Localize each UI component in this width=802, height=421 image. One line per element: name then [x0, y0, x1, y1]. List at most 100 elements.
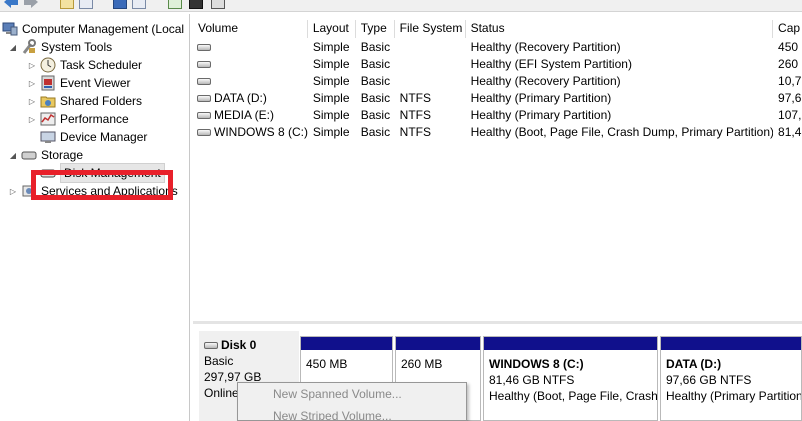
column-header-status[interactable]: Status: [465, 20, 774, 38]
tree-item-storage[interactable]: ◢ Storage: [8, 146, 83, 164]
cell-file-system: [395, 39, 466, 56]
volume-drive-icon: [197, 44, 211, 51]
help-icon[interactable]: [113, 0, 127, 9]
cell-volume: [193, 56, 308, 73]
partition-bar: [484, 337, 657, 350]
tree-item-label: Performance: [60, 112, 129, 126]
cell-status: Healthy (Recovery Partition): [470, 40, 621, 54]
column-header-volume[interactable]: Volume: [193, 20, 308, 38]
partition-size: 97,66 GB NTFS: [666, 373, 752, 387]
cell-status: Healthy (Primary Partition): [470, 108, 612, 122]
cell-file-system: [395, 73, 466, 90]
partition-title: DATA (D:): [666, 357, 722, 371]
collapse-arrow-icon[interactable]: ◢: [8, 38, 18, 56]
cell-status: Healthy (Recovery Partition): [470, 74, 621, 88]
table-row[interactable]: Simple Basic Healthy (Recovery Partition) 4…: [193, 39, 802, 56]
disk-name: Disk 0: [221, 338, 257, 352]
cell-volume: DATA (D:): [193, 90, 308, 107]
volume-list: Volume Layout Type File System Status Ca…: [193, 14, 802, 321]
device-manager-icon: [40, 129, 56, 145]
tree-item-label: Device Manager: [60, 130, 148, 144]
partition-windows-c[interactable]: WINDOWS 8 (C:) 81,46 GB NTFS Healthy (Bo…: [483, 336, 658, 421]
column-header-type[interactable]: Type: [355, 20, 395, 38]
volume-name: MEDIA (E:): [214, 108, 275, 122]
shared-folder-icon: [40, 93, 56, 109]
highlight-annotation: [31, 170, 173, 200]
folder-up-icon[interactable]: [60, 0, 74, 9]
expand-arrow-icon[interactable]: ▷: [27, 92, 37, 110]
partition-status: Healthy (Boot, Page File, Crash: [489, 389, 657, 403]
properties-icon[interactable]: [189, 0, 203, 9]
tree-item-label: Storage: [41, 148, 84, 162]
column-header-layout[interactable]: Layout: [307, 20, 356, 38]
cell-volume: [193, 73, 308, 90]
volume-drive-icon: [197, 78, 211, 85]
expand-arrow-icon[interactable]: ▷: [27, 56, 37, 74]
cell-type: Basic: [360, 108, 391, 122]
back-arrow-icon[interactable]: [3, 0, 19, 10]
cell-layout: Simple: [312, 108, 350, 122]
tree-item-event-viewer[interactable]: ▷ Event Viewer: [27, 74, 130, 92]
partition-bar: [396, 337, 480, 350]
cell-capacity: 10,7: [778, 74, 802, 88]
tree-item-performance[interactable]: ▷ Performance: [27, 110, 129, 128]
tree-item-label: Task Scheduler: [60, 58, 143, 72]
cell-type: Basic: [360, 125, 391, 139]
partition-bar: [301, 337, 392, 350]
table-row[interactable]: MEDIA (E:) Simple Basic NTFS Healthy (Primar…: [193, 107, 802, 124]
expand-arrow-icon[interactable]: ▷: [8, 182, 18, 200]
storage-icon: [21, 147, 37, 163]
volume-rows: Simple Basic Healthy (Recovery Partition) 4…: [193, 39, 802, 141]
tree-item-device-manager[interactable]: Device Manager: [40, 128, 147, 146]
table-row[interactable]: WINDOWS 8 (C:) Simple Basic NTFS Healthy (Bo…: [193, 124, 802, 141]
cell-volume: WINDOWS 8 (C:): [193, 124, 308, 141]
disk-icon: [204, 341, 218, 349]
export-icon[interactable]: [168, 0, 182, 9]
clock-icon: [40, 57, 56, 73]
toolbar: [0, 0, 802, 12]
cell-capacity: 107,: [778, 108, 802, 122]
cell-volume: MEDIA (E:): [193, 107, 308, 124]
expand-arrow-icon[interactable]: ▷: [27, 74, 37, 92]
cell-file-system: [395, 56, 466, 73]
partition-size: 450 MB: [306, 357, 348, 371]
volume-drive-icon: [197, 112, 211, 119]
collapse-arrow-icon[interactable]: ◢: [8, 146, 18, 164]
cell-status: Healthy (Primary Partition): [470, 91, 612, 105]
cell-capacity: 450: [778, 40, 799, 54]
tree-item-computer-management[interactable]: Computer Management (Local: [2, 20, 184, 38]
cell-capacity: 81,4: [778, 125, 802, 139]
computer-management-icon: [2, 21, 18, 37]
context-menu: New Spanned Volume... New Striped Volume…: [237, 382, 467, 421]
table-row[interactable]: Simple Basic Healthy (EFI System Partition…: [193, 56, 802, 73]
partition-data-d[interactable]: DATA (D:) 97,66 GB NTFS Healthy (Primary…: [660, 336, 802, 421]
navigation-tree: Computer Management (Local ◢ System Tool…: [0, 14, 190, 421]
tree-item-system-tools[interactable]: ◢ System Tools: [8, 38, 112, 56]
cell-type: Basic: [360, 57, 391, 71]
partition-status: Healthy (Primary Partition: [666, 389, 801, 403]
cell-layout: Simple: [312, 125, 350, 139]
partition-size: 81,46 GB NTFS: [489, 373, 575, 387]
cell-layout: Simple: [312, 40, 350, 54]
partition-size: 260 MB: [401, 357, 443, 371]
menu-item-new-spanned-volume[interactable]: New Spanned Volume...: [238, 383, 466, 405]
tree-item-label: Computer Management (Local: [22, 22, 185, 36]
menu-item-new-striped-volume[interactable]: New Striped Volume...: [238, 405, 466, 420]
cell-type: Basic: [360, 74, 391, 88]
cell-volume: [193, 39, 308, 56]
tree-item-task-scheduler[interactable]: ▷ Task Scheduler: [27, 56, 142, 74]
settings-icon[interactable]: [211, 0, 225, 9]
volume-name: WINDOWS 8 (C:): [214, 125, 308, 139]
show-hide-action-pane-icon[interactable]: [132, 0, 146, 9]
cell-layout: Simple: [312, 91, 350, 105]
tree-item-shared-folders[interactable]: ▷ Shared Folders: [27, 92, 142, 110]
volume-drive-icon: [197, 95, 211, 102]
show-hide-tree-icon[interactable]: [79, 0, 93, 9]
expand-arrow-icon[interactable]: ▷: [27, 110, 37, 128]
table-row[interactable]: Simple Basic Healthy (Recovery Partition) 1…: [193, 73, 802, 90]
forward-arrow-icon[interactable]: [23, 0, 39, 10]
table-row[interactable]: DATA (D:) Simple Basic NTFS Healthy (Primary…: [193, 90, 802, 107]
column-header-capacity[interactable]: Cap: [773, 20, 802, 38]
volume-name: DATA (D:): [214, 91, 267, 105]
column-header-file-system[interactable]: File System: [394, 20, 466, 38]
